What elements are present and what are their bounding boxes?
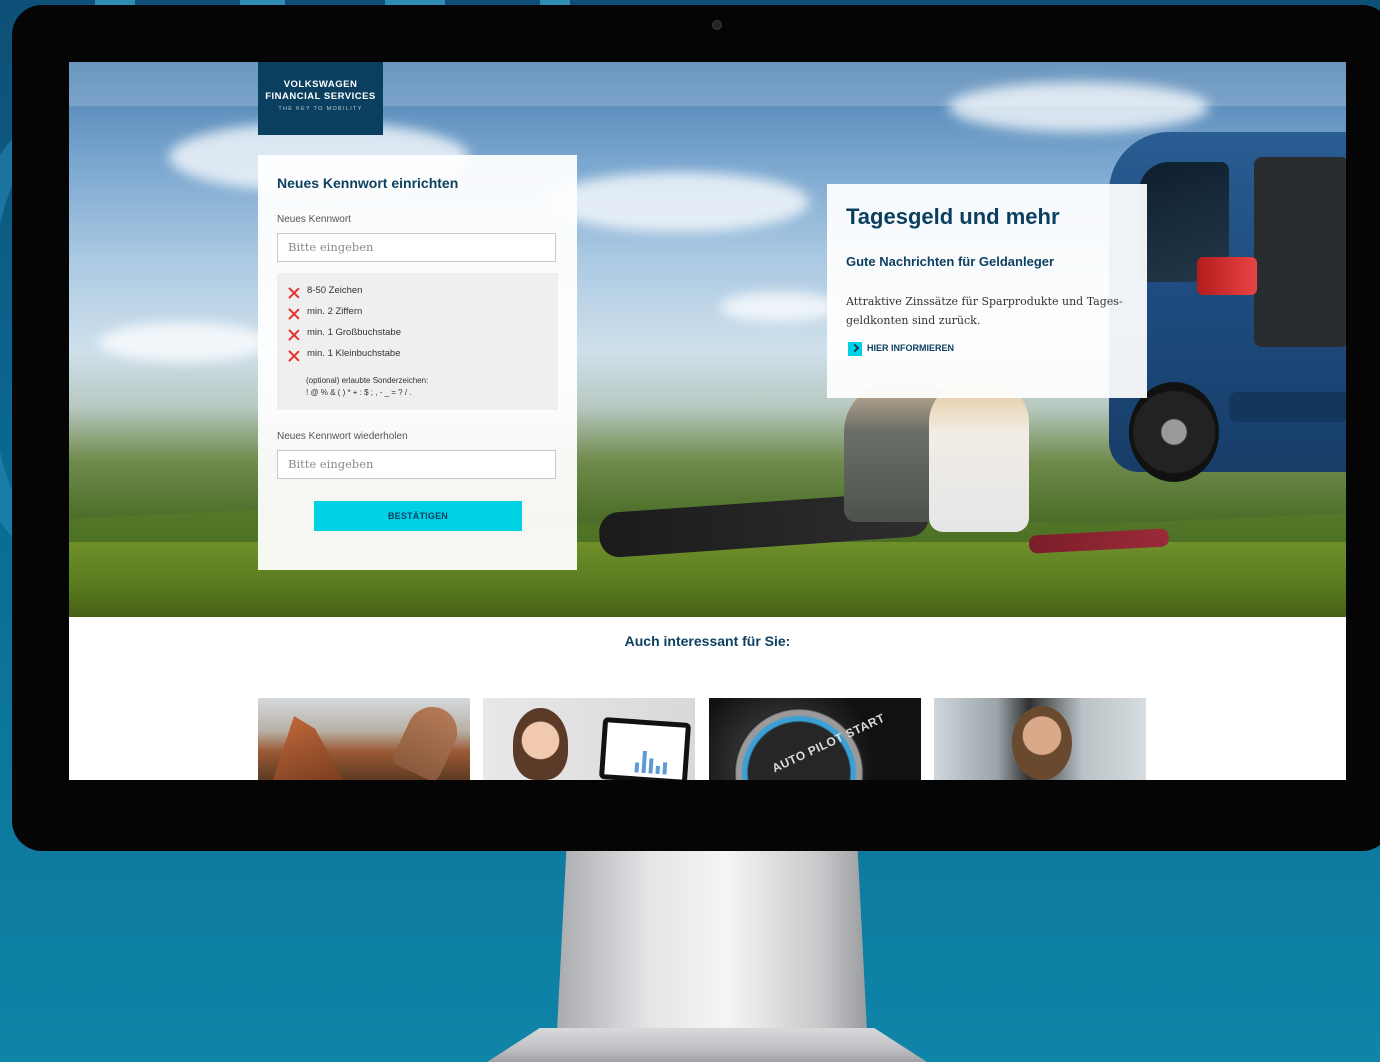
rule-lowercase: min. 1 Kleinbuchstabe	[307, 348, 401, 359]
rule-digits: min. 2 Ziffern	[307, 306, 363, 317]
chevron-right-icon	[848, 342, 862, 356]
teaser-tile-autopilot[interactable]: AUTO PILOT START	[709, 698, 921, 780]
chart-bar	[641, 750, 647, 774]
promo-card: Tagesgeld und mehr Gute Nachrichten für …	[827, 184, 1147, 398]
camera-icon	[712, 20, 722, 30]
special-chars-note: (optional) erlaubte Sonderzeichen: ! @ %…	[306, 375, 428, 399]
promo-subtitle: Gute Nachrichten für Geldanleger	[846, 254, 1055, 269]
new-password-input[interactable]: Bitte eingeben	[277, 233, 556, 262]
car-bumper	[1229, 392, 1346, 422]
start-button-image	[734, 708, 864, 780]
logo-tagline: THE KEY TO MOBILITY	[278, 106, 363, 112]
close-icon	[288, 308, 300, 320]
close-icon	[288, 329, 300, 341]
close-icon	[288, 287, 300, 299]
teaser-tile-people[interactable]	[934, 698, 1146, 780]
rock-image	[273, 716, 343, 780]
form-title: Neues Kennwort einrichten	[277, 175, 459, 191]
more-info-link-label: HIER INFORMIEREN	[867, 343, 955, 353]
new-password-label: Neues Kennwort	[277, 214, 351, 225]
car-taillight	[1197, 257, 1257, 295]
woman-image	[513, 708, 568, 780]
car-trunk	[1254, 157, 1346, 347]
logo-line2: FINANCIAL SERVICES	[265, 91, 376, 102]
teaser-tile-travel[interactable]	[258, 698, 470, 780]
teaser-tile-tablet[interactable]	[483, 698, 695, 780]
promo-text: Attraktive Zinssätze für Sparprodukte un…	[846, 295, 1123, 327]
cloud	[719, 292, 839, 322]
repeat-password-input[interactable]: Bitte eingeben	[277, 450, 556, 479]
confirm-button[interactable]: BESTÄTIGEN	[314, 501, 522, 531]
vwfs-logo[interactable]: VOLKSWAGEN FINANCIAL SERVICES THE KEY TO…	[258, 62, 383, 135]
cloud	[549, 172, 809, 232]
password-rules-box: 8-50 Zeichen min. 2 Ziffern min. 1 Großb…	[277, 273, 558, 410]
special-chars-list: ! @ % & ( ) * + : $ ; , - _ = ? / .	[306, 388, 412, 397]
chart-bar	[655, 765, 660, 775]
repeat-password-label: Neues Kennwort wiederholen	[277, 431, 408, 442]
special-chars-label: (optional) erlaubte Sonderzeichen:	[306, 376, 429, 385]
rule-length: 8-50 Zeichen	[307, 285, 363, 296]
monitor-stand-base	[487, 1028, 927, 1062]
tablet-image	[598, 717, 692, 780]
password-form-card: Neues Kennwort einrichten Neues Kennwort…	[258, 155, 577, 570]
chart-bar	[634, 762, 640, 773]
cloud	[99, 322, 269, 362]
promo-title: Tagesgeld und mehr	[846, 204, 1060, 229]
hand-image	[390, 698, 466, 780]
monitor-frame: VOLKSWAGEN FINANCIAL SERVICES THE KEY TO…	[12, 5, 1380, 851]
close-icon	[288, 350, 300, 362]
man-image	[1012, 706, 1072, 780]
girl-sitting	[929, 382, 1029, 532]
chart-bar	[648, 758, 654, 774]
monitor-stand-neck	[557, 851, 867, 1031]
tablet-screen	[604, 722, 686, 780]
rule-uppercase: min. 1 Großbuchstabe	[307, 327, 401, 338]
logo-line1: VOLKSWAGEN	[283, 79, 358, 90]
chart-bar	[662, 762, 668, 775]
also-interesting-heading: Auch interessant für Sie:	[624, 633, 791, 649]
screen: VOLKSWAGEN FINANCIAL SERVICES THE KEY TO…	[69, 62, 1346, 780]
